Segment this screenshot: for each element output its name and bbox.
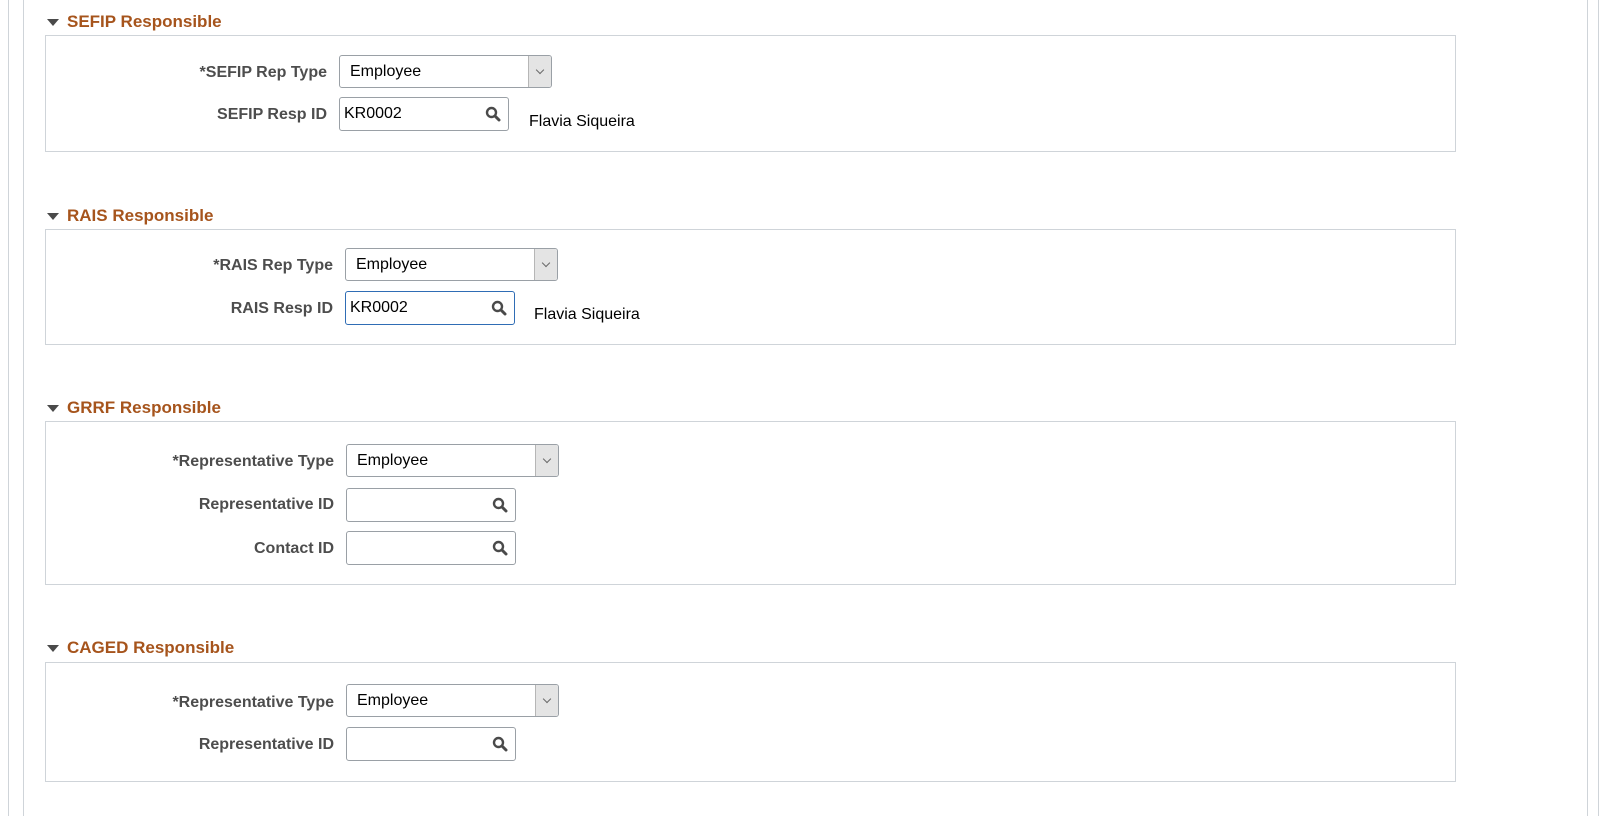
- select-value: Employee: [357, 691, 429, 709]
- sefip-resp-id-lookup-button[interactable]: [478, 98, 508, 130]
- section-header-grrf[interactable]: GRRF Responsible: [47, 398, 221, 418]
- search-icon: [492, 497, 508, 513]
- grrf-representative-type-label: *Representative Type: [172, 453, 334, 470]
- section-box: [45, 229, 1456, 345]
- dropdown-button[interactable]: [535, 445, 558, 476]
- select-value: Employee: [356, 255, 428, 273]
- grrf-representative-id-input[interactable]: [347, 496, 485, 514]
- chevron-down-icon: [542, 454, 552, 464]
- caret-down-icon: [47, 405, 59, 412]
- sefip-resp-id-input[interactable]: [340, 105, 478, 123]
- caged-representative-type-select[interactable]: Employee: [346, 684, 559, 717]
- page-frame-right-inner: [1587, 0, 1588, 816]
- page-frame-left-inner: [23, 0, 24, 816]
- search-icon: [485, 106, 501, 122]
- chevron-down-icon: [541, 258, 551, 268]
- grrf-contact-id-field[interactable]: [346, 531, 516, 565]
- caged-representative-type-label: *Representative Type: [172, 694, 334, 711]
- search-icon: [492, 540, 508, 556]
- search-icon: [491, 300, 507, 316]
- section-title: SEFIP Responsible: [67, 12, 222, 31]
- page-frame-right-outer: [1598, 0, 1599, 816]
- chevron-down-icon: [535, 65, 545, 75]
- section-title: GRRF Responsible: [67, 398, 221, 417]
- section-header-caged[interactable]: CAGED Responsible: [47, 638, 234, 658]
- caged-representative-id-field[interactable]: [346, 727, 516, 761]
- grrf-representative-id-label: Representative ID: [198, 496, 334, 513]
- sefip-rep-type-select[interactable]: Employee: [339, 55, 552, 88]
- rais-rep-type-select[interactable]: Employee: [345, 248, 558, 281]
- section-title: RAIS Responsible: [67, 206, 214, 225]
- rais-resp-id-label: RAIS Resp ID: [230, 300, 333, 317]
- page-frame-left-outer: [8, 0, 9, 816]
- section-box: [45, 35, 1456, 152]
- dropdown-button[interactable]: [535, 685, 558, 716]
- rais-resp-id-lookup-button[interactable]: [484, 292, 514, 324]
- rais-resp-id-input[interactable]: [346, 299, 484, 317]
- grrf-representative-id-field[interactable]: [346, 488, 516, 522]
- section-header-sefip[interactable]: SEFIP Responsible: [47, 12, 222, 32]
- search-icon: [492, 736, 508, 752]
- rais-rep-type-label: *RAIS Rep Type: [213, 257, 333, 274]
- grrf-contact-id-lookup-button[interactable]: [485, 532, 515, 564]
- sefip-resp-id-field[interactable]: [339, 97, 509, 131]
- grrf-contact-id-input[interactable]: [347, 539, 485, 557]
- grrf-contact-id-label: Contact ID: [254, 540, 334, 557]
- select-value: Employee: [357, 451, 429, 469]
- section-box: [45, 662, 1456, 782]
- grrf-representative-id-lookup-button[interactable]: [485, 489, 515, 521]
- caged-representative-id-label: Representative ID: [198, 736, 334, 753]
- caret-down-icon: [47, 19, 59, 26]
- select-value: Employee: [350, 62, 422, 80]
- sefip-resp-id-label: SEFIP Resp ID: [217, 106, 327, 123]
- grrf-representative-type-select[interactable]: Employee: [346, 444, 559, 477]
- sefip-rep-type-label: *SEFIP Rep Type: [199, 64, 327, 81]
- sefip-resp-name: Flavia Siqueira: [529, 113, 635, 130]
- chevron-down-icon: [542, 694, 552, 704]
- dropdown-button[interactable]: [534, 249, 557, 280]
- dropdown-button[interactable]: [528, 56, 551, 87]
- section-title: CAGED Responsible: [67, 638, 235, 657]
- section-header-rais[interactable]: RAIS Responsible: [47, 206, 213, 226]
- caged-representative-id-input[interactable]: [347, 735, 485, 753]
- rais-resp-name: Flavia Siqueira: [534, 306, 640, 323]
- caret-down-icon: [47, 213, 59, 220]
- caret-down-icon: [47, 645, 59, 652]
- rais-resp-id-field[interactable]: [345, 291, 515, 325]
- caged-representative-id-lookup-button[interactable]: [485, 728, 515, 760]
